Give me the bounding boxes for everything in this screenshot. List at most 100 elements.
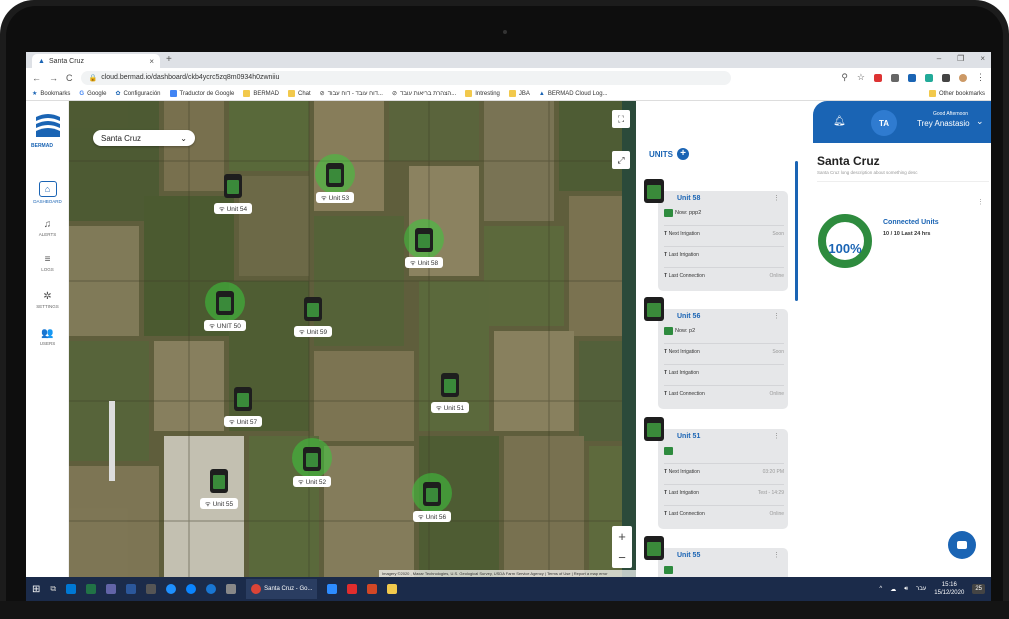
acrobat-icon[interactable] [347,584,358,594]
notification-center-icon[interactable]: 25 [972,584,985,594]
extension-icon[interactable] [942,73,950,82]
bookmark-item[interactable]: ★ Bookmarks [32,90,70,98]
bookmark-item[interactable]: Traductor de Google [169,90,234,97]
bookmark-item[interactable]: ⊘ דוח עובד - דוח עבוד... [320,90,383,98]
add-unit-button[interactable]: + [677,148,689,160]
network-icon[interactable]: ☁ [890,586,896,593]
satellite-map[interactable]: Santa Cruz ⌄ ⛶ ⤢ + − Imagery ©2020 , Max… [69,101,636,577]
close-tab-icon[interactable]: × [149,57,154,66]
task-view-icon[interactable]: ⧉ [50,584,56,594]
map-unit-marker[interactable]: ᯤ Unit 54 [203,174,263,216]
nav-logs[interactable]: ≡ LOGS [26,254,69,272]
nav-users[interactable]: 👥 USERS [26,328,69,346]
zoom-out-button[interactable]: − [618,550,626,565]
unit-card-title: Unit 51 [677,433,701,440]
more-icon[interactable]: ⋮ [773,432,780,440]
unit-label: ᯤ Unit 59 [293,326,333,337]
app-icon[interactable] [226,584,237,594]
star-icon[interactable]: ☆ [857,72,865,83]
teams-icon[interactable] [106,584,117,594]
zoom-control: + − [612,526,632,568]
language-indicator[interactable]: עבר [916,586,926,592]
menu-icon[interactable]: ⋮ [976,72,985,83]
unit-card[interactable]: Unit 58 ⋮ Now: ppp2 𝐓 Next Irrigation Soo… [644,179,788,291]
expand-map-button[interactable]: ⤢ [612,151,630,169]
zoom-in-button[interactable]: + [618,529,626,544]
map-unit-marker[interactable]: ᯤ Unit 55 [189,469,249,511]
bookmark-item[interactable]: Chat [287,90,311,97]
bookmark-item[interactable]: ⊘ הצהרת בריאות עובד... [392,90,456,98]
reload-icon[interactable]: C [66,73,73,83]
powerpoint-icon[interactable] [367,584,378,594]
clock[interactable]: 15:16 15/12/2020 [934,581,964,597]
nav-dashboard[interactable]: ⌂ DASHBOARD [26,181,69,204]
map-unit-marker[interactable]: ᯤ UNIT 50 [195,282,255,333]
app-icon[interactable] [206,584,217,594]
browser-tab[interactable]: ▲ Santa Cruz × [32,54,160,68]
map-unit-marker[interactable]: ᯤ Unit 59 [283,297,343,339]
app-icon[interactable] [186,584,197,594]
extensions: ⚲ ☆ ⋮ [841,72,985,83]
minimize-icon[interactable]: – [937,54,941,63]
bookmark-item[interactable]: JBA [508,90,530,97]
tray-chevron-icon[interactable]: ^ [879,586,882,592]
new-tab-button[interactable]: + [166,54,172,65]
bookmark-item[interactable]: ▲ BERMAD Cloud Log... [539,91,608,97]
more-icon[interactable]: ⋮ [773,194,780,202]
url-input[interactable]: 🔒 cloud.bermad.io/dashboard/ckb4ycrc5zq8… [80,70,731,85]
units-scrollbar[interactable] [795,161,798,301]
excel-icon[interactable] [86,584,97,594]
chevron-down-icon[interactable]: ⌄ [976,116,984,127]
bookmark-item[interactable]: ✿ Configuración [115,90,160,98]
map-unit-marker[interactable]: ᯤ Unit 57 [213,387,273,429]
map-unit-marker[interactable]: ᯤ Unit 51 [420,373,480,415]
restore-icon[interactable]: ❐ [957,54,964,63]
notifications-bell-icon[interactable]: 🔔︎ [833,116,846,127]
outlook-icon[interactable] [66,584,77,594]
extension-icon[interactable] [925,73,933,82]
forward-icon[interactable]: → [49,73,58,83]
location-icon[interactable]: ⚲ [841,72,848,83]
nav-settings[interactable]: ✲ SETTINGS [26,291,69,309]
chat-button[interactable] [948,531,976,559]
zoom-app-icon[interactable] [327,584,338,594]
app-icon[interactable] [146,584,157,594]
map-unit-marker[interactable]: ᯤ Unit 52 [282,438,342,489]
unit-card[interactable]: Unit 51 ⋮ 𝐓 Next Irrigation 03:20 PM 𝐓 La… [644,417,788,529]
more-icon[interactable]: ⋮ [773,312,780,320]
folder-icon[interactable] [387,584,398,594]
profile-icon[interactable] [959,73,967,82]
map-unit-marker[interactable]: ᯤ Unit 58 [394,219,454,270]
extension-icon[interactable] [874,73,882,82]
site-select[interactable]: Santa Cruz ⌄ [93,130,195,146]
bookmark-item[interactable]: BERMAD [243,90,279,97]
bookmark-item[interactable]: Intresting [465,90,500,97]
controller-icon [415,228,433,252]
other-bookmarks[interactable]: Other bookmarks [928,90,985,97]
user-name[interactable]: Trey Anastasio [917,119,970,128]
more-icon[interactable]: ⋮ [977,198,984,206]
windows-start-icon[interactable]: ⊞ [32,584,40,595]
map-unit-marker[interactable]: ᯤ Unit 56 [402,473,462,524]
controller-icon [644,417,664,441]
unit-row: 𝐓 Next Irrigation Soon [664,343,784,355]
screen: ▲ Santa Cruz × + – ❐ × ← → C 🔒 cloud.ber… [26,52,991,601]
avatar[interactable]: TA [871,110,897,136]
app-icon[interactable] [166,584,177,594]
volume-icon[interactable]: 🔊︎ [904,586,908,593]
controller-icon [234,387,252,411]
close-window-icon[interactable]: × [980,54,985,63]
unit-now: Now: ppp2 [664,209,701,217]
word-icon[interactable] [126,584,137,594]
map-unit-marker[interactable]: ᯤ Unit 53 [305,154,365,205]
unit-card[interactable]: Unit 56 ⋮ Now: p2 𝐓 Next Irrigation Soon … [644,297,788,409]
extension-icon[interactable] [891,73,899,82]
site-description: Santa Cruz long description about someth… [817,170,918,175]
taskbar-chrome-app[interactable]: Santa Cruz - Go... [246,579,318,599]
back-icon[interactable]: ← [32,73,41,83]
bookmark-item[interactable]: G Google [79,91,106,97]
fullscreen-button[interactable]: ⛶ [612,110,630,128]
more-icon[interactable]: ⋮ [773,551,780,559]
nav-alerts[interactable]: ♫ ALERTS [26,219,69,237]
extension-icon[interactable] [908,73,916,82]
